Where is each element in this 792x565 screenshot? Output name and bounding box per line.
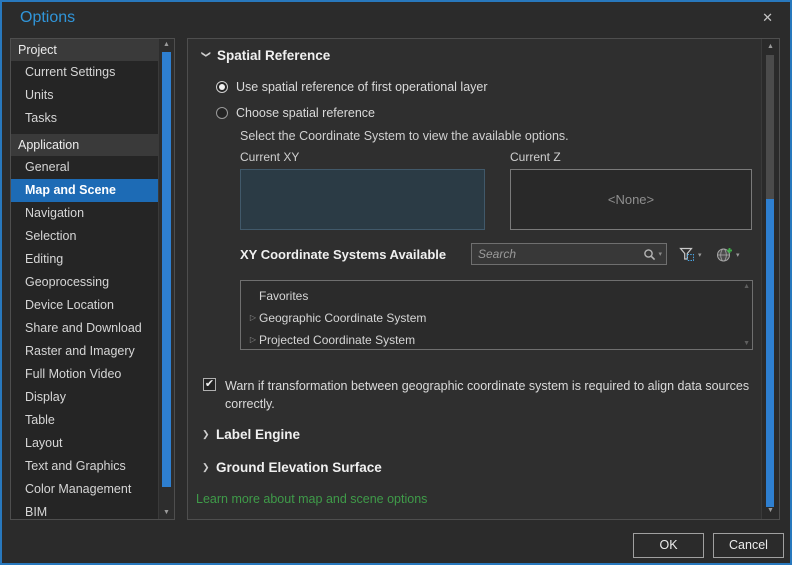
current-xy-label: Current XY	[240, 150, 300, 164]
sidebar-item-device-location[interactable]: Device Location	[11, 294, 158, 317]
radio-use-first-layer[interactable]: Use spatial reference of first operation…	[216, 80, 488, 94]
filter-dropdown-caret-icon: ▾	[698, 251, 702, 259]
sidebar-item-current-settings[interactable]: Current Settings	[11, 61, 158, 84]
search-input[interactable]	[472, 247, 644, 261]
dialog-title: Options	[20, 9, 76, 26]
sidebar-item-units[interactable]: Units	[11, 84, 158, 107]
current-z-label: Current Z	[510, 150, 561, 164]
close-icon[interactable]: ✕	[762, 10, 773, 26]
main-scrollbar[interactable]: ▲ ▼	[761, 39, 779, 519]
warn-transformation-label: Warn if transformation between geographi…	[225, 379, 750, 412]
tree-item-label: Geographic Coordinate System	[259, 311, 427, 325]
section-title-spatial-reference: Spatial Reference	[217, 48, 331, 63]
tree-expand-icon[interactable]: ▷	[247, 329, 259, 351]
learn-more-link[interactable]: Learn more about map and scene options	[196, 492, 427, 506]
sidebar-item-raster-and-imagery[interactable]: Raster and Imagery	[11, 340, 158, 363]
scroll-up-icon[interactable]: ▲	[763, 41, 778, 53]
sidebar-list: Project Current Settings Units Tasks App…	[11, 39, 158, 519]
search-icon[interactable]	[643, 248, 656, 261]
sidebar-item-editing[interactable]: Editing	[11, 248, 158, 271]
filter-icon	[679, 247, 695, 262]
current-z-value: <None>	[607, 192, 655, 207]
ok-button[interactable]: OK	[633, 533, 704, 558]
chevron-collapsed-icon: ❯	[202, 429, 210, 439]
filter-button[interactable]: ▾	[676, 243, 705, 266]
sidebar-item-bim[interactable]: BIM	[11, 501, 158, 519]
search-dropdown-caret-icon[interactable]: ▾	[656, 250, 666, 258]
sidebar-item-table[interactable]: Table	[11, 409, 158, 432]
tree-item-label: Projected Coordinate System	[259, 333, 416, 347]
section-title-label-engine: Label Engine	[216, 427, 301, 442]
coordinate-search-box: ▾	[471, 243, 667, 265]
chevron-collapsed-icon: ❯	[202, 462, 210, 472]
warn-transformation-option[interactable]: ✔ Warn if transformation between geograp…	[203, 377, 755, 413]
scroll-down-icon[interactable]: ▼	[763, 505, 778, 517]
sidebar-item-display[interactable]: Display	[11, 386, 158, 409]
radio-use-first-layer-label: Use spatial reference of first operation…	[236, 80, 488, 94]
sidebar-item-share-and-download[interactable]: Share and Download	[11, 317, 158, 340]
sidebar-scrollbar[interactable]: ▲ ▼	[158, 39, 174, 519]
sidebar-item-color-management[interactable]: Color Management	[11, 478, 158, 501]
spatial-reference-expander[interactable]: ❯ Spatial Reference	[201, 48, 331, 63]
tree-item-geographic[interactable]: ▷ Geographic Coordinate System	[241, 307, 752, 329]
tree-expand-icon[interactable]: ▷	[247, 307, 259, 329]
tree-item-projected[interactable]: ▷ Projected Coordinate System	[241, 329, 752, 351]
radio-choose-label: Choose spatial reference	[236, 106, 375, 120]
radio-unselected-icon[interactable]	[216, 107, 228, 119]
sidebar-item-layout[interactable]: Layout	[11, 432, 158, 455]
sidebar-item-navigation[interactable]: Navigation	[11, 202, 158, 225]
main-scrollbar-track-segment	[766, 55, 774, 199]
chevron-expanded-icon: ❯	[201, 50, 212, 59]
ground-elevation-expander[interactable]: ❯ Ground Elevation Surface	[202, 460, 382, 475]
sidebar-section-project: Project	[11, 39, 158, 61]
tree-item-label: Favorites	[259, 289, 309, 303]
section-title-ground-elevation: Ground Elevation Surface	[216, 460, 382, 475]
scroll-up-icon[interactable]: ▲	[159, 39, 174, 51]
add-coordinate-system-button[interactable]: ▾	[713, 243, 743, 266]
radio-choose-spatial-reference[interactable]: Choose spatial reference	[216, 106, 375, 120]
sidebar-item-selection[interactable]: Selection	[11, 225, 158, 248]
xy-available-label: XY Coordinate Systems Available	[240, 247, 447, 262]
coordinate-system-instruction: Select the Coordinate System to view the…	[240, 129, 569, 143]
options-dialog: Options ✕ Project Current Settings Units…	[0, 0, 792, 565]
sidebar-item-tasks[interactable]: Tasks	[11, 107, 158, 130]
options-sidebar: Project Current Settings Units Tasks App…	[10, 38, 175, 520]
sidebar-item-map-and-scene[interactable]: Map and Scene	[11, 179, 158, 202]
sidebar-item-full-motion-video[interactable]: Full Motion Video	[11, 363, 158, 386]
current-xy-value-box[interactable]	[240, 169, 485, 230]
current-z-value-box[interactable]: <None>	[510, 169, 752, 230]
main-scrollbar-thumb[interactable]	[766, 199, 774, 507]
title-bar: Options ✕	[2, 2, 790, 36]
coordinate-system-tree: ▷ Favorites ▷ Geographic Coordinate Syst…	[240, 280, 753, 350]
radio-selected-icon[interactable]	[216, 81, 228, 93]
sidebar-item-text-and-graphics[interactable]: Text and Graphics	[11, 455, 158, 478]
sidebar-section-application: Application	[11, 134, 158, 156]
cancel-button[interactable]: Cancel	[713, 533, 784, 558]
sidebar-item-general[interactable]: General	[11, 156, 158, 179]
sidebar-item-geoprocessing[interactable]: Geoprocessing	[11, 271, 158, 294]
sidebar-scrollbar-thumb[interactable]	[162, 52, 171, 487]
label-engine-expander[interactable]: ❯ Label Engine	[202, 427, 300, 442]
map-and-scene-panel: ❯ Spatial Reference Use spatial referenc…	[187, 38, 780, 520]
tree-scroll-up-icon[interactable]: ▲	[743, 283, 750, 290]
scroll-down-icon[interactable]: ▼	[159, 507, 174, 519]
tree-item-favorites[interactable]: ▷ Favorites	[241, 285, 752, 307]
globe-dropdown-caret-icon: ▾	[736, 251, 740, 259]
tree-scroll-down-icon[interactable]: ▼	[743, 340, 750, 347]
globe-add-icon	[716, 247, 733, 263]
checkbox-checked-icon[interactable]: ✔	[203, 378, 216, 391]
